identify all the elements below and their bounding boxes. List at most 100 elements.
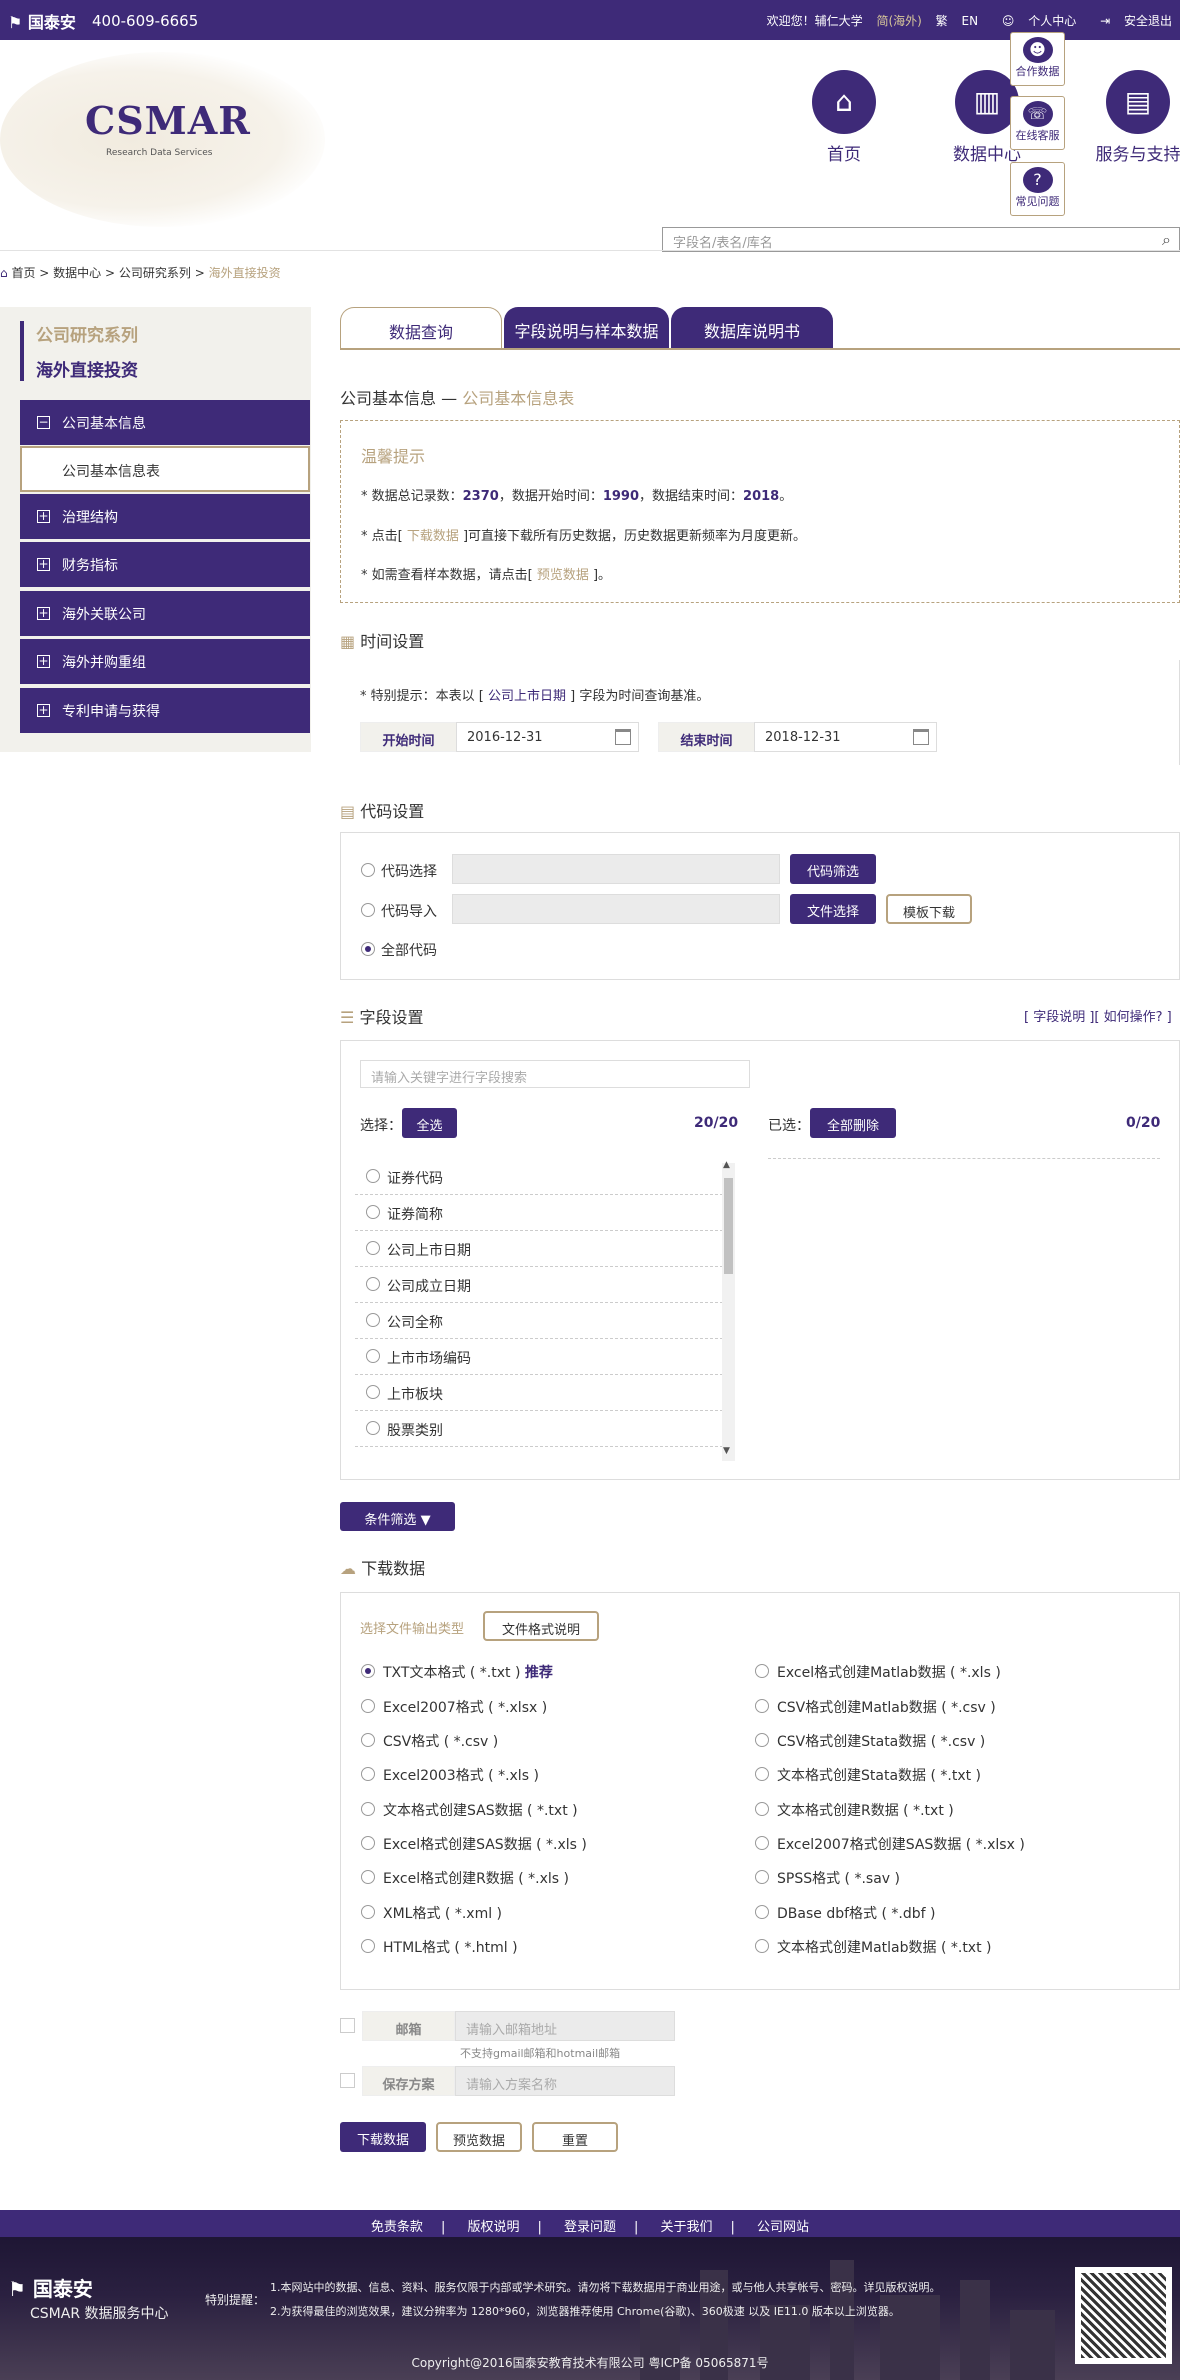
format-option[interactable]: HTML格式 ( *.html ) — [361, 1937, 518, 1957]
download-data-button[interactable]: 下载数据 — [340, 2122, 426, 2152]
preview-data-button[interactable]: 预览数据 — [436, 2122, 522, 2152]
float-coop-data[interactable]: ☻ 合作数据 — [1010, 32, 1065, 86]
gta-logo[interactable]: ⚑ 国泰安 — [8, 9, 76, 33]
field-item[interactable]: 公司成立日期 — [355, 1267, 723, 1303]
tips-download-link[interactable]: 下载数据 — [403, 529, 463, 544]
format-radio[interactable] — [755, 1836, 769, 1850]
crumb-data-center[interactable]: 数据中心 — [53, 266, 101, 280]
format-option[interactable]: 文本格式创建SAS数据 ( *.txt ) — [361, 1800, 578, 1820]
format-option[interactable]: Excel2007格式 ( *.xlsx ) — [361, 1697, 547, 1717]
lang-english[interactable]: EN — [962, 14, 979, 28]
crumb-series[interactable]: 公司研究系列 — [119, 266, 191, 280]
format-option[interactable]: XML格式 ( *.xml ) — [361, 1903, 502, 1923]
file-select-button[interactable]: 文件选择 — [790, 894, 876, 924]
format-radio[interactable] — [755, 1664, 769, 1678]
sidebar-item-basic-info[interactable]: − 公司基本信息 — [20, 400, 310, 445]
field-radio[interactable] — [366, 1349, 380, 1363]
field-radio[interactable] — [366, 1277, 380, 1291]
footer-link-about[interactable]: 关于我们 — [661, 2220, 713, 2235]
format-option[interactable]: DBase dbf格式 ( *.dbf ) — [755, 1903, 935, 1923]
sidebar-subitem-basic-table[interactable]: 公司基本信息表 — [20, 446, 310, 492]
field-radio[interactable] — [366, 1421, 380, 1435]
code-select-input[interactable] — [452, 854, 780, 884]
format-radio[interactable] — [755, 1905, 769, 1919]
tab-db-manual[interactable]: 数据库说明书 — [671, 307, 833, 349]
format-option[interactable]: 文本格式创建Matlab数据 ( *.txt ) — [755, 1937, 992, 1957]
footer-link-disclaimer[interactable]: 免责条款 — [371, 2220, 423, 2235]
format-option[interactable]: SPSS格式 ( *.sav ) — [755, 1868, 900, 1888]
format-option-txt[interactable]: TXT文本格式 ( *.txt ) 推荐 — [361, 1662, 553, 1682]
reset-button[interactable]: 重置 — [532, 2122, 618, 2152]
field-radio[interactable] — [366, 1385, 380, 1399]
scheme-input[interactable]: 请输入方案名称 — [455, 2066, 675, 2096]
calendar-picker-icon[interactable] — [913, 729, 929, 745]
format-radio[interactable] — [361, 1699, 375, 1713]
format-radio[interactable] — [755, 1733, 769, 1747]
format-option[interactable]: Excel2007格式创建SAS数据 ( *.xlsx ) — [755, 1834, 1025, 1854]
radio-code-select[interactable] — [361, 863, 375, 877]
sidebar-item-mna[interactable]: + 海外并购重组 — [20, 639, 310, 684]
format-option[interactable]: CSV格式创建Matlab数据 ( *.csv ) — [755, 1697, 996, 1717]
personal-center-link[interactable]: ☺ 个人中心 — [992, 14, 1076, 28]
scroll-down-icon[interactable]: ▼ — [723, 1446, 730, 1456]
field-item[interactable]: 公司全称 — [355, 1303, 723, 1339]
format-radio[interactable] — [755, 1870, 769, 1884]
format-radio[interactable] — [361, 1733, 375, 1747]
email-checkbox[interactable] — [340, 2018, 355, 2033]
float-faq[interactable]: ? 常见问题 — [1010, 162, 1065, 216]
select-all-button[interactable]: 全选 — [402, 1108, 457, 1138]
field-item[interactable]: 股票类别 — [355, 1411, 723, 1447]
float-online-service[interactable]: ☏ 在线客服 — [1010, 96, 1065, 150]
format-radio[interactable] — [755, 1802, 769, 1816]
crumb-home[interactable]: 首页 — [11, 266, 35, 280]
nav-service[interactable]: ▤ 服务与支持 — [1088, 70, 1180, 165]
sidebar-item-governance[interactable]: + 治理结构 — [20, 494, 310, 539]
code-filter-button[interactable]: 代码筛选 — [790, 854, 876, 884]
sidebar-database[interactable]: 海外直接投资 — [36, 356, 138, 381]
format-option[interactable]: Excel格式创建Matlab数据 ( *.xls ) — [755, 1662, 1001, 1682]
field-radio[interactable] — [366, 1241, 380, 1255]
end-date-input[interactable]: 2018-12-31 — [754, 722, 937, 752]
field-item[interactable]: 证券简称 — [355, 1195, 723, 1231]
field-radio[interactable] — [366, 1169, 380, 1183]
sidebar-item-financial[interactable]: + 财务指标 — [20, 542, 310, 587]
format-radio[interactable] — [361, 1664, 375, 1678]
tips-preview-link[interactable]: 预览数据 — [533, 568, 593, 583]
footer-link-login-help[interactable]: 登录问题 — [564, 2220, 616, 2235]
delete-all-button[interactable]: 全部删除 — [810, 1108, 896, 1138]
format-help-button[interactable]: 文件格式说明 — [483, 1611, 599, 1641]
field-radio[interactable] — [366, 1205, 380, 1219]
csmar-logo[interactable]: CSMAR — [85, 98, 251, 143]
format-option[interactable]: CSV格式 ( *.csv ) — [361, 1731, 498, 1751]
start-date-input[interactable]: 2016-12-31 — [456, 722, 639, 752]
format-option[interactable]: Excel格式创建R数据 ( *.xls ) — [361, 1868, 569, 1888]
lang-simplified[interactable]: 简(海外) — [876, 14, 921, 28]
field-radio[interactable] — [366, 1313, 380, 1327]
field-help-links[interactable]: [ 字段说明 ][ 如何操作? ] — [1024, 1006, 1172, 1025]
field-item[interactable]: 公司上市日期 — [355, 1231, 723, 1267]
calendar-picker-icon[interactable] — [615, 729, 631, 745]
field-item[interactable]: 上市市场编码 — [355, 1339, 723, 1375]
footer-link-company[interactable]: 公司网站 — [757, 2220, 809, 2235]
format-radio[interactable] — [361, 1836, 375, 1850]
logout-link[interactable]: ⇥ 安全退出 — [1090, 14, 1172, 28]
format-radio[interactable] — [755, 1699, 769, 1713]
format-radio[interactable] — [755, 1767, 769, 1781]
lang-traditional[interactable]: 繁 — [936, 14, 948, 28]
global-search-input[interactable]: 字段名/表名/库名 ⌕ — [662, 227, 1180, 252]
format-option[interactable]: Excel2003格式 ( *.xls ) — [361, 1765, 539, 1785]
field-item[interactable]: 上市板块 — [355, 1375, 723, 1411]
radio-all-codes[interactable] — [361, 942, 375, 956]
sidebar-series[interactable]: 公司研究系列 — [36, 321, 138, 346]
template-download-button[interactable]: 模板下载 — [886, 894, 972, 924]
format-radio[interactable] — [361, 1802, 375, 1816]
format-option[interactable]: Excel格式创建SAS数据 ( *.xls ) — [361, 1834, 587, 1854]
format-radio[interactable] — [361, 1870, 375, 1884]
nav-home[interactable]: ⌂ 首页 — [794, 70, 894, 165]
format-option[interactable]: CSV格式创建Stata数据 ( *.csv ) — [755, 1731, 985, 1751]
field-search-input[interactable]: 请输入关键字进行字段搜索 — [360, 1060, 750, 1088]
format-option[interactable]: 文本格式创建Stata数据 ( *.txt ) — [755, 1765, 981, 1785]
search-icon[interactable]: ⌕ — [1162, 230, 1171, 250]
format-option[interactable]: 文本格式创建R数据 ( *.txt ) — [755, 1800, 954, 1820]
sidebar-item-affiliates[interactable]: + 海外关联公司 — [20, 591, 310, 636]
